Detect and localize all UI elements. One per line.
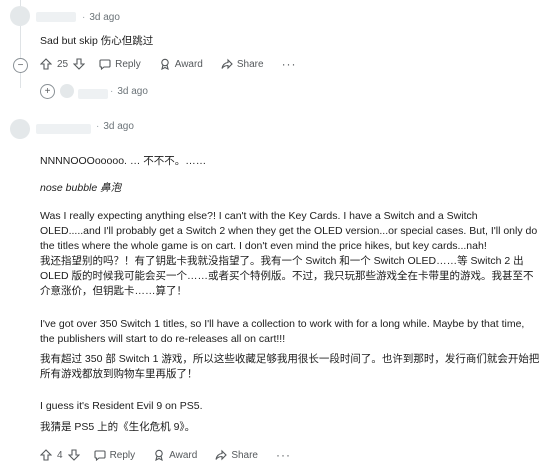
upvote-icon[interactable] bbox=[40, 58, 52, 70]
username-redacted bbox=[36, 12, 76, 22]
expand-thread-button[interactable]: + bbox=[40, 84, 55, 99]
vote-control: 4 bbox=[40, 449, 80, 461]
award-icon bbox=[160, 58, 169, 70]
collapse-thread-button[interactable]: − bbox=[13, 58, 28, 73]
downvote-icon[interactable] bbox=[67, 449, 80, 461]
award-button[interactable]: Award bbox=[153, 449, 197, 461]
thread-line bbox=[20, 72, 21, 88]
more-options-icon: ··· bbox=[281, 57, 297, 71]
vote-count: 4 bbox=[57, 449, 63, 461]
reply-button[interactable]: Reply bbox=[94, 449, 136, 461]
share-icon bbox=[215, 449, 228, 461]
reply-label: Reply bbox=[109, 449, 136, 461]
more-options-button[interactable]: ··· bbox=[282, 57, 297, 71]
award-icon bbox=[155, 449, 163, 461]
share-button[interactable]: Share bbox=[221, 58, 264, 70]
comment-paragraph: nose bubble 鼻泡 bbox=[40, 182, 122, 194]
upvote-icon[interactable] bbox=[40, 449, 52, 461]
avatar bbox=[10, 119, 30, 139]
comment-paragraph: I guess it's Resident Evil 9 on PS5. bbox=[40, 400, 203, 412]
share-label: Share bbox=[236, 58, 264, 70]
award-button[interactable]: Award bbox=[159, 58, 203, 70]
share-button[interactable]: Share bbox=[215, 449, 258, 461]
comment-paragraph: 我猜是 PS5 上的《生化危机 9》。 bbox=[40, 421, 196, 433]
username-redacted bbox=[78, 89, 108, 99]
comment-actions: 4 Reply Award Share ··· bbox=[40, 446, 309, 464]
comment-paragraph: NNNNOOOooooo. … 不不不。…… bbox=[40, 155, 207, 167]
award-label: Award bbox=[174, 58, 203, 70]
comment-paragraph: 我还指望别的吗？！有了钥匙卡我就没指望了。我有一个 Switch 和一个 Swi… bbox=[40, 255, 534, 297]
comment-bubble-icon bbox=[94, 450, 106, 461]
comment-bubble-icon bbox=[99, 59, 111, 70]
comment-actions: 25 Reply Award Share ··· bbox=[40, 55, 315, 73]
comment-timestamp: · 3d ago bbox=[96, 121, 134, 132]
reply-button[interactable]: Reply bbox=[99, 58, 141, 70]
username-redacted bbox=[36, 124, 91, 134]
reply-label: Reply bbox=[115, 58, 141, 70]
comment-text: Sad but skip 伤心但跳过 bbox=[40, 35, 154, 47]
share-icon bbox=[221, 58, 233, 70]
comment-paragraph: I've got over 350 Switch 1 titles, so I'… bbox=[40, 318, 525, 345]
share-label: Share bbox=[231, 449, 258, 461]
downvote-icon[interactable] bbox=[73, 58, 86, 70]
more-options-icon: ··· bbox=[276, 448, 291, 462]
avatar bbox=[60, 84, 74, 98]
avatar bbox=[10, 6, 30, 26]
award-label: Award bbox=[169, 449, 198, 461]
more-options-button[interactable]: ··· bbox=[276, 448, 291, 462]
comment-paragraph: Was I really expecting anything else?! I… bbox=[40, 210, 538, 252]
comment-timestamp: · 3d ago bbox=[82, 12, 120, 23]
comment-timestamp: · 3d ago bbox=[110, 86, 148, 97]
comment-paragraph: 我有超过 350 部 Switch 1 游戏，所以这些收藏足够我用很长一段时间了… bbox=[40, 353, 540, 380]
vote-count: 25 bbox=[57, 58, 69, 70]
vote-control: 25 bbox=[40, 58, 86, 70]
